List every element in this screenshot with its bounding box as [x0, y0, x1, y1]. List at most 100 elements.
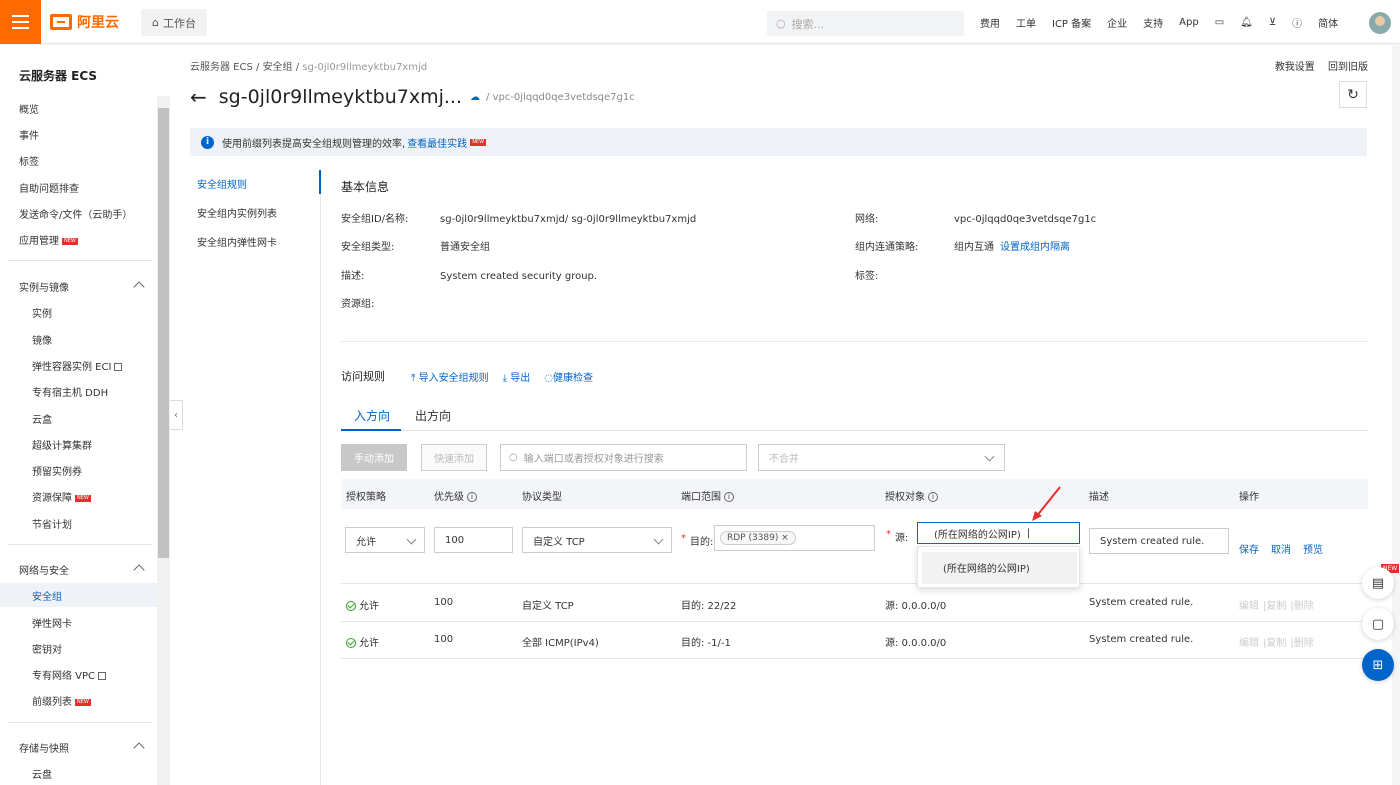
- old-version-link[interactable]: 回到旧版: [1328, 62, 1368, 73]
- back-arrow-icon[interactable]: ←: [190, 85, 207, 109]
- preview-button[interactable]: 预览: [1303, 541, 1323, 556]
- subnav-eni[interactable]: 安全组内弹性网卡: [197, 234, 277, 249]
- sidebar-scrollbar-thumb[interactable]: [158, 108, 169, 558]
- sidebar-item-instance[interactable]: 实例: [32, 305, 52, 320]
- sidebar-item-prefix-list[interactable]: 前缀列表 NEW: [32, 693, 91, 708]
- language-switch[interactable]: 简体: [1318, 15, 1338, 30]
- refresh-button[interactable]: ↻: [1339, 81, 1367, 108]
- best-practice-link[interactable]: 查看最佳实践: [407, 135, 467, 150]
- sidebar-item-keypair[interactable]: 密钥对: [32, 641, 62, 656]
- save-button[interactable]: 保存: [1239, 541, 1259, 556]
- page-scrollbar[interactable]: [1392, 45, 1400, 785]
- sidebar-item-resource-guarantee[interactable]: 资源保障 NEW: [32, 489, 91, 504]
- sidebar-group-network[interactable]: 网络与安全: [19, 562, 69, 577]
- set-isolation-link[interactable]: 设置成组内隔离: [1000, 242, 1070, 253]
- nav-enterprise[interactable]: 企业: [1107, 15, 1127, 30]
- aliyun-logo[interactable]: 阿里云: [50, 12, 119, 32]
- sidebar-item-eci[interactable]: 弹性容器实例 ECI: [32, 358, 123, 373]
- description-input[interactable]: System created rule.: [1089, 528, 1229, 554]
- protocol-select[interactable]: 自定义 TCP: [522, 527, 672, 553]
- tab-inbound[interactable]: 入方向: [354, 407, 390, 424]
- shield-check-icon: ◌: [544, 372, 553, 384]
- global-search-input[interactable]: ○ 搜索...: [767, 11, 964, 36]
- copy-button[interactable]: 复制: [1266, 638, 1286, 649]
- chevron-up-icon[interactable]: [133, 564, 145, 576]
- priority-input[interactable]: 100: [434, 527, 513, 553]
- export-button[interactable]: ⤓ 导出: [503, 369, 531, 384]
- subnav-instances[interactable]: 安全组内实例列表: [197, 205, 277, 220]
- nav-app[interactable]: App: [1179, 17, 1199, 28]
- sidebar-item-tags[interactable]: 标签: [19, 153, 39, 168]
- row-port: 目的: 22/22: [681, 601, 737, 612]
- edit-button[interactable]: 编辑: [1239, 638, 1259, 649]
- sidebar-item-cloud-assistant[interactable]: 发送命令/文件（云助手）: [19, 206, 132, 221]
- copy-button[interactable]: 复制: [1266, 601, 1286, 612]
- kv-value: sg-0jl0r9llmeyktbu7xmjd/ sg-0jl0r9llmeyk…: [440, 214, 697, 225]
- quick-add-button[interactable]: 快速添加: [421, 444, 487, 471]
- sidebar-item-vpc[interactable]: 专有网络 VPC: [32, 667, 107, 682]
- guide-link[interactable]: 教我设置: [1275, 62, 1315, 73]
- edit-button[interactable]: 编辑: [1239, 601, 1259, 612]
- help-icon[interactable]: i: [724, 492, 734, 502]
- sidebar-item-image[interactable]: 镜像: [32, 332, 52, 347]
- tab-outbound[interactable]: 出方向: [415, 407, 451, 424]
- import-rules-button[interactable]: ⤒ 导入安全组规则: [411, 369, 489, 384]
- top-bar: 阿里云 ⌂ 工作台 ○ 搜索... 费用 工单 ICP 备案 企业 支持 App…: [0, 0, 1400, 44]
- cancel-button[interactable]: 取消: [1271, 541, 1291, 556]
- subnav-rules[interactable]: 安全组规则: [197, 176, 277, 191]
- help-icon[interactable]: ⓘ: [1292, 15, 1302, 30]
- delete-button[interactable]: 删除: [1294, 638, 1314, 649]
- manual-add-button[interactable]: 手动添加: [341, 444, 407, 471]
- dropdown-option[interactable]: (所在网络的公网IP): [943, 560, 1030, 575]
- sidebar-item-overview[interactable]: 概览: [19, 101, 39, 116]
- sidebar-item-disk[interactable]: 云盘: [32, 766, 52, 781]
- sidebar-item-cloudbox[interactable]: 云盒: [32, 411, 52, 426]
- sidebar-item-security-group[interactable]: 安全组: [32, 588, 62, 603]
- rule-search-input[interactable]: ○ 输入端口或者授权对象进行搜索: [500, 444, 747, 471]
- health-check-button[interactable]: ◌健康检查: [544, 369, 593, 384]
- sidebar-item-events[interactable]: 事件: [19, 127, 39, 142]
- row-priority: 100: [434, 634, 454, 645]
- help-icon[interactable]: i: [928, 492, 938, 502]
- chevron-up-icon[interactable]: [133, 281, 145, 293]
- protocol-value: 自定义 TCP: [533, 536, 585, 548]
- menu-icon[interactable]: [0, 0, 41, 44]
- port-tag[interactable]: RDP (3389) ×: [720, 531, 796, 545]
- sidebar-item-reserved[interactable]: 预留实例券: [32, 463, 82, 478]
- bell-icon[interactable]: 🔔︎: [1240, 17, 1253, 28]
- cart-icon[interactable]: ⊻: [1269, 17, 1276, 28]
- workbench-button[interactable]: ⌂ 工作台: [141, 9, 207, 36]
- apps-float-button[interactable]: ⊞: [1362, 649, 1394, 681]
- chat-float-button[interactable]: ▢: [1362, 608, 1394, 640]
- sidebar-group-instances[interactable]: 实例与镜像: [19, 279, 69, 294]
- main-content: 云服务器 ECS / 安全组 / sg-0jl0r9llmeyktbu7xmjd…: [170, 45, 1400, 785]
- close-icon[interactable]: ×: [781, 533, 789, 543]
- sidebar-item-troubleshoot[interactable]: 自助问题排查: [19, 180, 79, 195]
- merge-select[interactable]: 不合并: [758, 444, 1005, 471]
- port-input[interactable]: RDP (3389) ×: [714, 525, 875, 551]
- breadcrumb-security-group[interactable]: 安全组: [263, 62, 293, 73]
- avatar[interactable]: [1369, 12, 1391, 34]
- policy-select[interactable]: 允许: [345, 527, 425, 553]
- nav-billing[interactable]: 费用: [980, 15, 1000, 30]
- sidebar-item-eni[interactable]: 弹性网卡: [32, 615, 72, 630]
- sidebar-item-savings-plan[interactable]: 节省计划: [32, 516, 72, 531]
- sidebar-item-app-mgmt[interactable]: 应用管理 NEW: [19, 232, 78, 247]
- feedback-float-button[interactable]: ▤: [1362, 567, 1394, 599]
- sidebar-item-scc[interactable]: 超级计算集群: [32, 437, 92, 452]
- chevron-up-icon[interactable]: [133, 742, 145, 754]
- nav-support[interactable]: 支持: [1143, 15, 1163, 30]
- help-icon[interactable]: i: [467, 492, 477, 502]
- nav-ticket[interactable]: 工单: [1016, 15, 1036, 30]
- kv-desc: 描述: System created security group.: [341, 267, 597, 282]
- terminal-icon[interactable]: ▭: [1215, 17, 1224, 28]
- merge-select-value: 不合并: [769, 454, 799, 465]
- page-title: sg-0jl0r9llmeyktbu7xmj...: [218, 86, 463, 108]
- sidebar-item-ddh[interactable]: 专有宿主机 DDH: [32, 384, 108, 399]
- breadcrumb-ecs[interactable]: 云服务器 ECS: [190, 62, 253, 73]
- delete-button[interactable]: 删除: [1294, 601, 1314, 612]
- source-input[interactable]: (所在网络的公网IP) |: [917, 522, 1080, 544]
- sidebar-group-storage[interactable]: 存储与快照: [19, 740, 69, 755]
- nav-icp[interactable]: ICP 备案: [1052, 15, 1091, 30]
- new-badge: NEW: [75, 494, 91, 502]
